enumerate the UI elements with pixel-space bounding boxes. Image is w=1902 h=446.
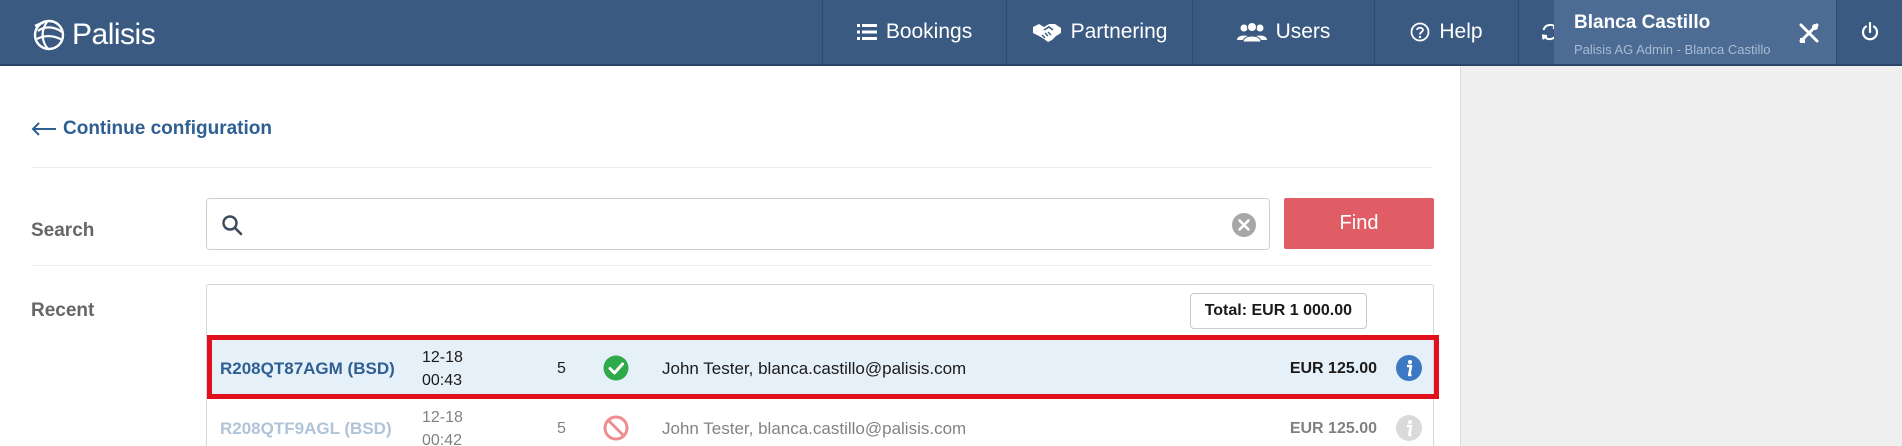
recent-label: Recent xyxy=(31,300,95,321)
find-button[interactable]: Find xyxy=(1284,198,1434,249)
confirmed-check-icon xyxy=(603,355,629,381)
side-panel xyxy=(1460,66,1902,446)
nav-users-label: Users xyxy=(1275,20,1331,43)
nav-partnering-label: Partnering xyxy=(1070,20,1168,43)
booking-count: 5 xyxy=(557,359,566,377)
recent-bookings-list: Total: EUR 1 000.00 R208QT87AGM (BSD) 12… xyxy=(206,284,1434,446)
search-icon xyxy=(222,215,243,236)
nav-help[interactable]: Help xyxy=(1374,0,1518,64)
nav-help-label: Help xyxy=(1439,20,1483,43)
total-badge: Total: EUR 1 000.00 xyxy=(1189,293,1367,329)
booking-reference-link[interactable]: R208QT87AGM (BSD) xyxy=(220,359,395,379)
handshake-icon xyxy=(1032,24,1061,42)
tools-icon[interactable] xyxy=(1798,22,1820,44)
list-icon xyxy=(856,24,877,40)
logo-globe-icon xyxy=(33,19,65,51)
divider xyxy=(31,167,1433,168)
booking-reference-link[interactable]: R208QTF9AGL (BSD) xyxy=(220,419,392,439)
nav-bookings[interactable]: Bookings xyxy=(822,0,1006,64)
booking-count: 5 xyxy=(557,419,566,437)
user-name: Blanca Castillo xyxy=(1574,12,1711,33)
booking-datetime: 12-18 00:42 xyxy=(422,406,463,446)
user-menu[interactable]: Blanca Castillo Palisis AG Admin - Blanc… xyxy=(1554,0,1836,64)
booking-time: 00:43 xyxy=(422,371,463,389)
logo-text: Palisis xyxy=(72,18,156,51)
main-nav: Bookings Partnering Users Help xyxy=(822,0,1580,64)
booking-row[interactable]: R208QT87AGM (BSD) 12-18 00:43 5 John Tes… xyxy=(207,339,1433,398)
user-role: Palisis AG Admin - Blanca Castillo xyxy=(1574,42,1771,57)
booking-date: 12-18 xyxy=(422,408,463,426)
palisis-logo[interactable]: Palisis xyxy=(32,18,156,52)
booking-date: 12-18 xyxy=(422,348,463,366)
help-icon xyxy=(1410,22,1430,42)
booking-customer: John Tester, blanca.castillo@palisis.com xyxy=(662,358,967,378)
top-navigation-bar: Palisis Bookings Partnering Users Help B… xyxy=(0,0,1902,66)
arrow-left-icon xyxy=(31,122,56,136)
nav-partnering[interactable]: Partnering xyxy=(1006,0,1192,64)
divider xyxy=(31,265,1433,266)
continue-configuration-link[interactable]: Continue configuration xyxy=(31,118,272,140)
info-icon[interactable] xyxy=(1395,354,1423,382)
power-icon xyxy=(1861,22,1878,41)
nav-users[interactable]: Users xyxy=(1192,0,1374,64)
search-label: Search xyxy=(31,220,95,241)
booking-time: 00:42 xyxy=(422,431,463,446)
booking-datetime: 12-18 00:43 xyxy=(422,346,463,392)
continue-configuration-label: Continue configuration xyxy=(63,118,272,139)
search-input[interactable] xyxy=(251,209,1211,239)
cancelled-ban-icon xyxy=(603,415,629,441)
users-icon xyxy=(1236,22,1267,42)
booking-amount: EUR 125.00 xyxy=(1289,419,1377,437)
search-box xyxy=(206,198,1270,250)
info-icon[interactable] xyxy=(1395,414,1423,442)
booking-customer: John Tester, blanca.castillo@palisis.com xyxy=(662,418,967,438)
booking-amount: EUR 125.00 xyxy=(1289,359,1377,377)
clear-search-icon[interactable] xyxy=(1231,212,1257,238)
logout-button[interactable] xyxy=(1836,0,1902,64)
booking-row[interactable]: R208QTF9AGL (BSD) 12-18 00:42 5 John Tes… xyxy=(207,399,1433,446)
nav-bookings-label: Bookings xyxy=(885,20,973,43)
